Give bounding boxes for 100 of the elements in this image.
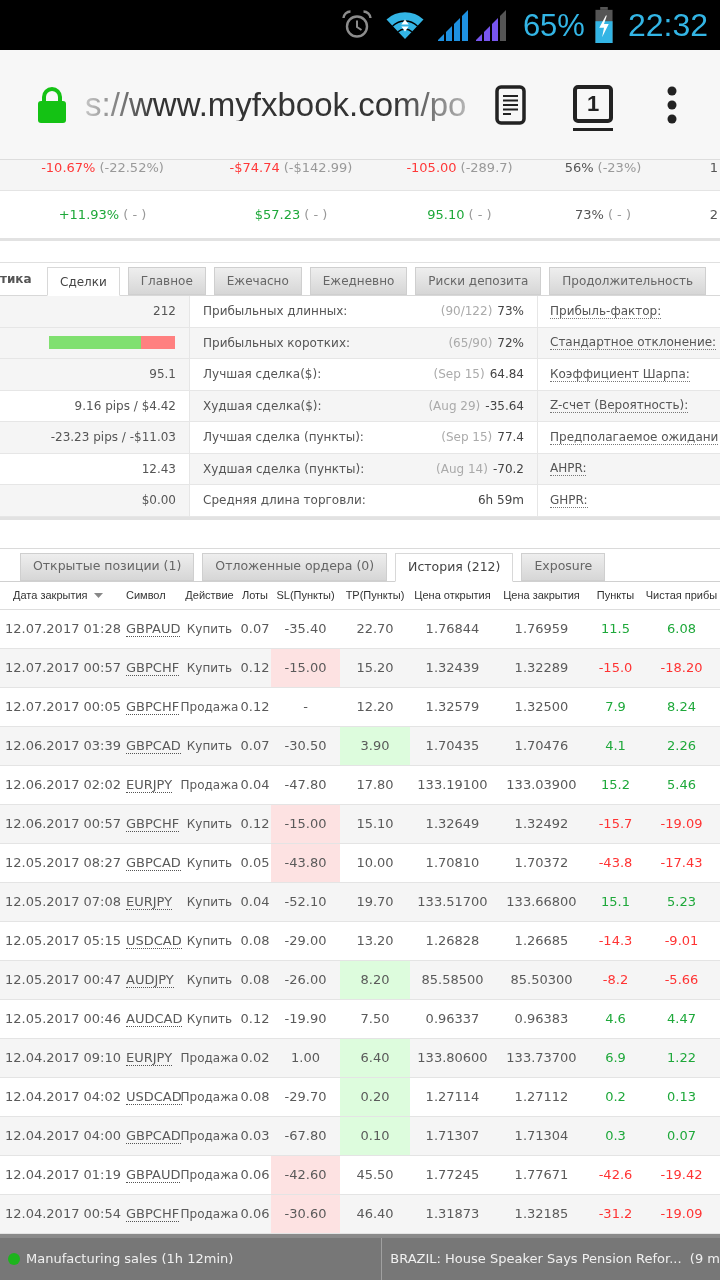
url-field[interactable]: s://www.myfxbook.com/po: [85, 88, 475, 121]
table-cell-text: 0.12: [239, 814, 271, 833]
clock-time: 22:32: [627, 9, 708, 41]
tab[interactable]: Продолжительность: [549, 267, 707, 295]
ticker-link[interactable]: Manufacturing sales (1h 12min): [0, 1238, 382, 1280]
table-cell-text: 6.08: [666, 619, 697, 638]
symbol-link[interactable]: EURJPY: [126, 776, 173, 793]
column-header[interactable]: Действие: [180, 581, 239, 609]
table-cell-text: 12.05.2017 00:46: [4, 1009, 121, 1028]
table-cell-text: -43.8: [597, 853, 634, 872]
column-header[interactable]: Лоты: [239, 581, 271, 609]
symbol-link[interactable]: EURJPY: [126, 893, 173, 910]
stat-label: Прибыльных коротких:: [203, 334, 351, 352]
tab[interactable]: История (212): [395, 552, 514, 582]
table-cell-text: 0.06: [239, 1165, 271, 1184]
table-cell-text: 7.50: [359, 1009, 391, 1028]
table-cell: 0.20: [340, 1077, 410, 1116]
table-cell-text: -5.66: [663, 970, 700, 989]
stat-value: 72%: [497, 334, 524, 352]
symbol-link[interactable]: GBPCHF: [126, 698, 180, 715]
table-cell-text: 133.19100: [416, 775, 489, 794]
symbol-link[interactable]: AUDCAD: [126, 1010, 183, 1027]
symbol-link[interactable]: GBPAUD: [126, 620, 181, 637]
column-header[interactable]: SL(Пункты): [271, 581, 340, 609]
tab[interactable]: Exposure: [521, 552, 606, 581]
summary-value: +11.93%: [58, 207, 120, 222]
menu-button[interactable]: [667, 85, 677, 124]
table-cell-text: 85.50300: [509, 970, 574, 989]
column-header[interactable]: TP(Пункты): [340, 581, 410, 609]
symbol-link[interactable]: GBPCAD: [126, 854, 181, 871]
summary-change: (-289.7): [460, 160, 513, 175]
table-cell-text: 12.06.2017 02:02: [4, 775, 121, 794]
table-cell-text: 19.70: [355, 892, 395, 911]
table-cell: -42.60: [271, 1155, 340, 1194]
stat-label: Прибыль-фактор:: [550, 303, 662, 319]
table-cell-text: 4.1: [604, 736, 627, 755]
column-header[interactable]: Символ: [121, 581, 180, 609]
table-cell-text: -29.00: [283, 931, 328, 950]
tab[interactable]: Ежедневно: [309, 267, 408, 295]
table-cell-text: 15.20: [355, 658, 395, 677]
table-cell-text: 0.07: [239, 736, 271, 755]
stat-label: Прибыльных длинных:: [203, 303, 348, 321]
symbol-link[interactable]: AUDJPY: [126, 971, 174, 988]
table-cell-text: 12.07.2017 01:28: [4, 619, 121, 638]
table-cell: -23.23 pips / -$11.03: [0, 422, 190, 454]
symbol-link[interactable]: GBPAUD: [126, 1166, 181, 1183]
symbol-link[interactable]: GBPCAD: [126, 737, 181, 754]
table-cell: 9.16 pips / $4.42: [0, 390, 190, 422]
table-cell: 3.90: [340, 726, 410, 765]
column-header[interactable]: Дата закрытия: [0, 581, 121, 609]
table-cell-text: 1.26828: [424, 931, 481, 950]
column-header[interactable]: Цена открытия: [410, 581, 495, 609]
summary-change: ( - ): [123, 207, 147, 222]
table-cell: -43.80: [271, 843, 340, 882]
table-cell-text: 12.06.2017 03:39: [4, 736, 121, 755]
tab[interactable]: Риски депозита: [415, 267, 542, 295]
table-cell-text: 4.47: [666, 1009, 697, 1028]
tab[interactable]: Главное: [127, 267, 206, 295]
summary-change: ( - ): [468, 207, 492, 222]
stat-label: Худшая сделка($):: [203, 397, 322, 415]
reader-mode-button[interactable]: [495, 84, 526, 125]
tab[interactable]: Сделки: [47, 267, 120, 296]
column-header[interactable]: Чистая прибы: [643, 581, 720, 609]
table-cell-text: Купить: [185, 1010, 234, 1028]
column-header[interactable]: Пункты: [588, 581, 643, 609]
symbol-link[interactable]: GBPCHF: [126, 815, 180, 832]
table-cell-text: 22.70: [355, 619, 395, 638]
ticker-link[interactable]: BRAZIL: House Speaker Says Pension Refor... (9 m: [381, 1238, 720, 1280]
table-cell-text: 6.9: [604, 1048, 627, 1067]
stat-label: Стандартное отклонение:: [550, 335, 717, 351]
symbol-link[interactable]: GBPCHF: [126, 659, 180, 676]
symbol-link[interactable]: USDCAD: [126, 1088, 182, 1105]
table-cell-text: 12.05.2017 08:27: [4, 853, 121, 872]
stat-label: Z-счет (Вероятность):: [550, 398, 689, 414]
table-cell-text: 12.05.2017 07:08: [4, 892, 121, 911]
table-cell-text: 1.31873: [424, 1204, 481, 1223]
tab[interactable]: Открытые позиции (1): [20, 552, 195, 581]
stat-date: (90/122): [440, 303, 493, 321]
table-cell-text: 1.77671: [513, 1165, 570, 1184]
battery-percent: 65%: [522, 9, 585, 41]
stat-value: 73%: [497, 303, 524, 321]
table-cell-text: Продажа: [180, 1049, 239, 1067]
table-cell-text: 0.07: [666, 1126, 697, 1145]
symbol-link[interactable]: USDCAD: [126, 932, 182, 949]
symbol-link[interactable]: GBPCHF: [126, 1205, 180, 1222]
tab[interactable]: Ежечасно: [213, 267, 302, 295]
summary-value: 1: [709, 160, 718, 175]
tab[interactable]: Отложенные ордера (0): [202, 552, 388, 581]
table-cell-text: 0.96337: [424, 1009, 481, 1028]
table-cell-text: 1.22: [666, 1048, 697, 1067]
table-cell-text: 0.04: [239, 775, 271, 794]
stat-value: -70.2: [492, 460, 524, 478]
table-cell-text: -19.09: [659, 814, 704, 833]
table-cell-text: 15.2: [600, 775, 631, 794]
symbol-link[interactable]: EURJPY: [126, 1049, 173, 1066]
table-cell-text: 12.04.2017 04:02: [4, 1087, 121, 1106]
symbol-link[interactable]: GBPCAD: [126, 1127, 181, 1144]
column-header[interactable]: Цена закрытия: [495, 581, 588, 609]
stat-value: 64.84: [489, 366, 524, 384]
table-cell-text: 1.00: [290, 1048, 321, 1067]
